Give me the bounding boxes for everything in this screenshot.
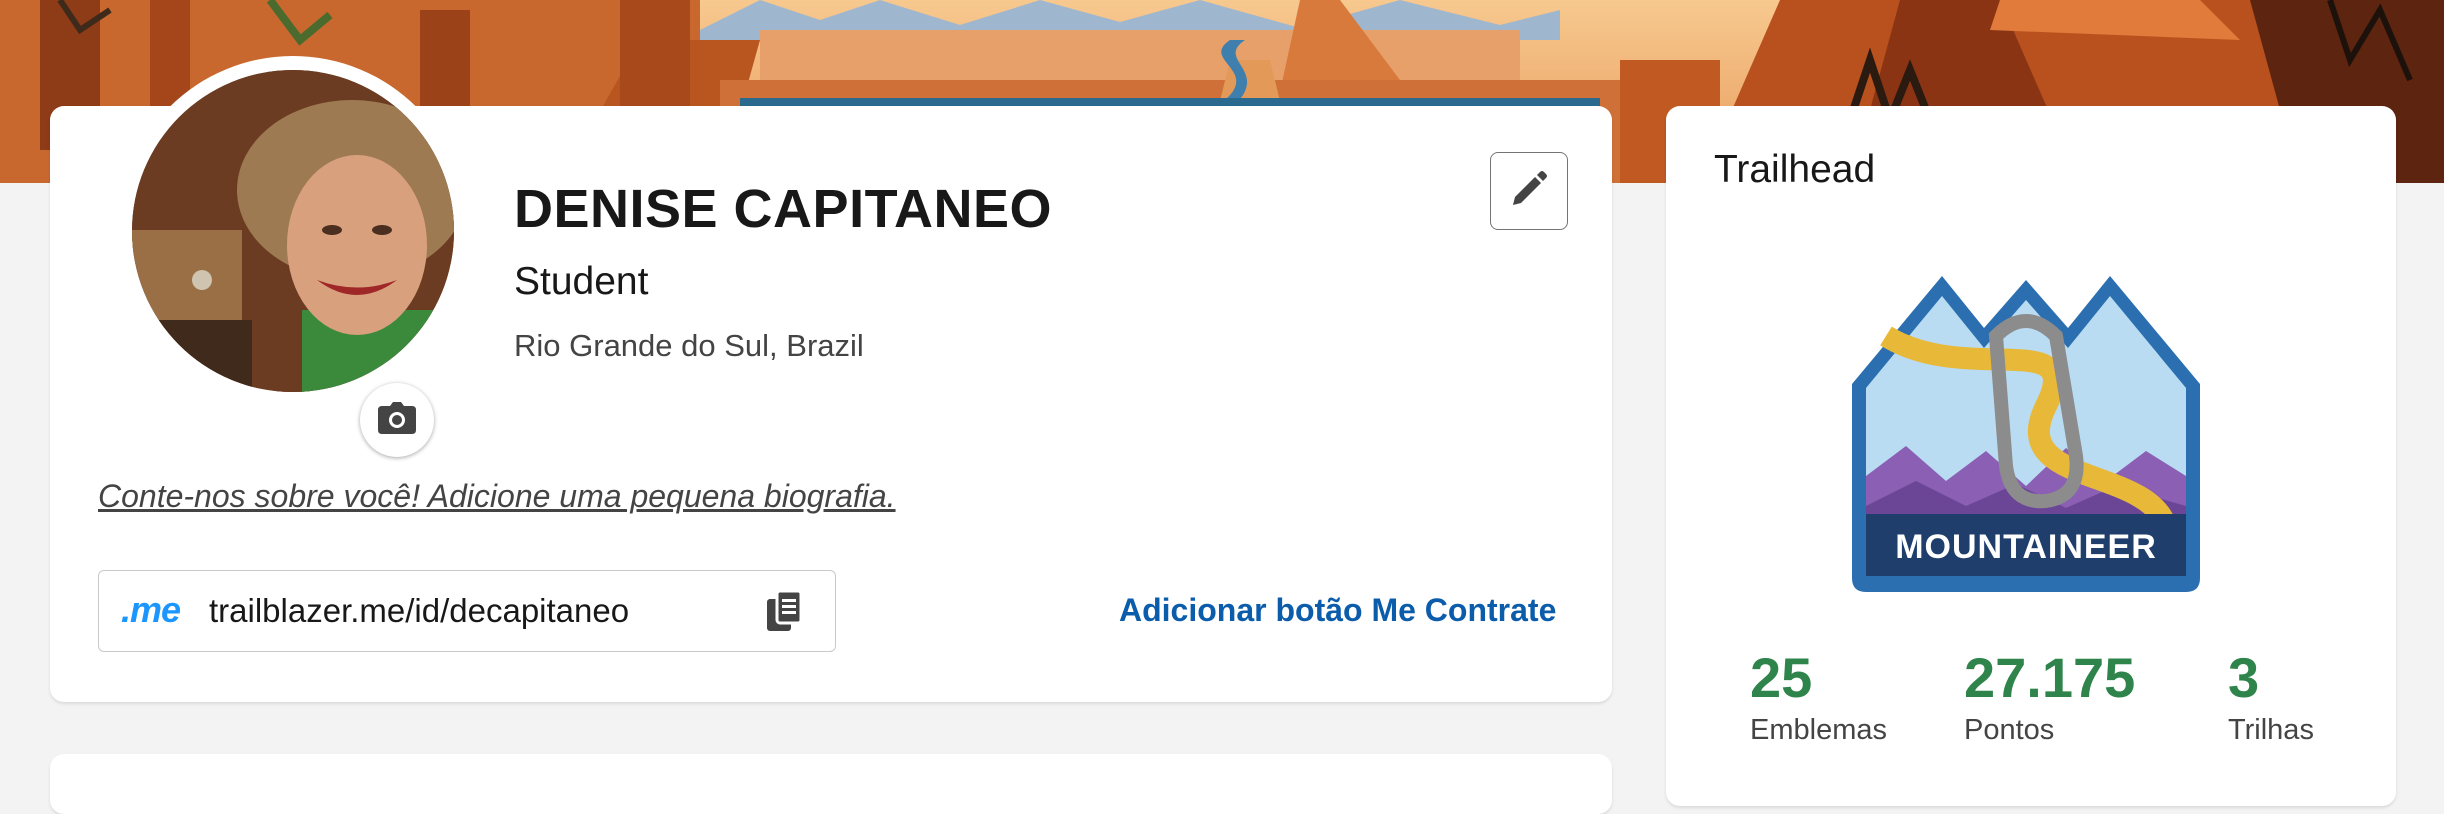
stat-label: Trilhas [2228, 714, 2314, 746]
stat-value: 3 [2228, 646, 2260, 709]
stat-label: Pontos [1964, 714, 2055, 746]
profile-url-text: trailblazer.me/id/decapitaneo [209, 592, 630, 629]
profile-url-field[interactable]: .me trailblazer.me/id/decapitaneo [98, 570, 836, 652]
stat-points: 27.175 Pontos [1964, 646, 2135, 747]
profile-location: Rio Grande do Sul, Brazil [514, 328, 864, 363]
pencil-icon [1511, 170, 1547, 212]
me-logo: .me [121, 589, 181, 630]
camera-icon [378, 401, 416, 439]
profile-role: Student [514, 260, 649, 303]
stat-value: 27.175 [1964, 646, 2136, 709]
profile-card: DENISE CAPITANEO Student Rio Grande do S… [50, 56, 1612, 702]
stat-trails: 3 Trilhas [2228, 646, 2314, 747]
stat-badges: 25 Emblemas [1750, 646, 1887, 747]
profile-name: DENISE CAPITANEO [514, 179, 1053, 239]
add-bio-link[interactable]: Conte-nos sobre você! Adicione uma peque… [98, 478, 896, 515]
change-photo-button[interactable] [360, 383, 434, 457]
stat-label: Emblemas [1750, 714, 1887, 746]
avatar-frame [118, 56, 468, 406]
trailhead-title: Trailhead [1714, 148, 1876, 191]
mountaineer-rank-badge[interactable]: MOUNTAINEER [1846, 266, 2206, 598]
next-section-card [50, 754, 1612, 814]
add-hire-me-button-link[interactable]: Adicionar botão Me Contrate [1119, 592, 1556, 629]
trailhead-card: Trailhead MOUNTAINEER 25 Emblemas 27.175… [1666, 106, 2396, 806]
stat-value: 25 [1750, 646, 1813, 709]
badge-label: MOUNTAINEER [1895, 528, 2157, 566]
avatar[interactable] [132, 70, 454, 392]
copy-icon[interactable] [767, 589, 811, 635]
edit-profile-button[interactable] [1490, 152, 1568, 230]
